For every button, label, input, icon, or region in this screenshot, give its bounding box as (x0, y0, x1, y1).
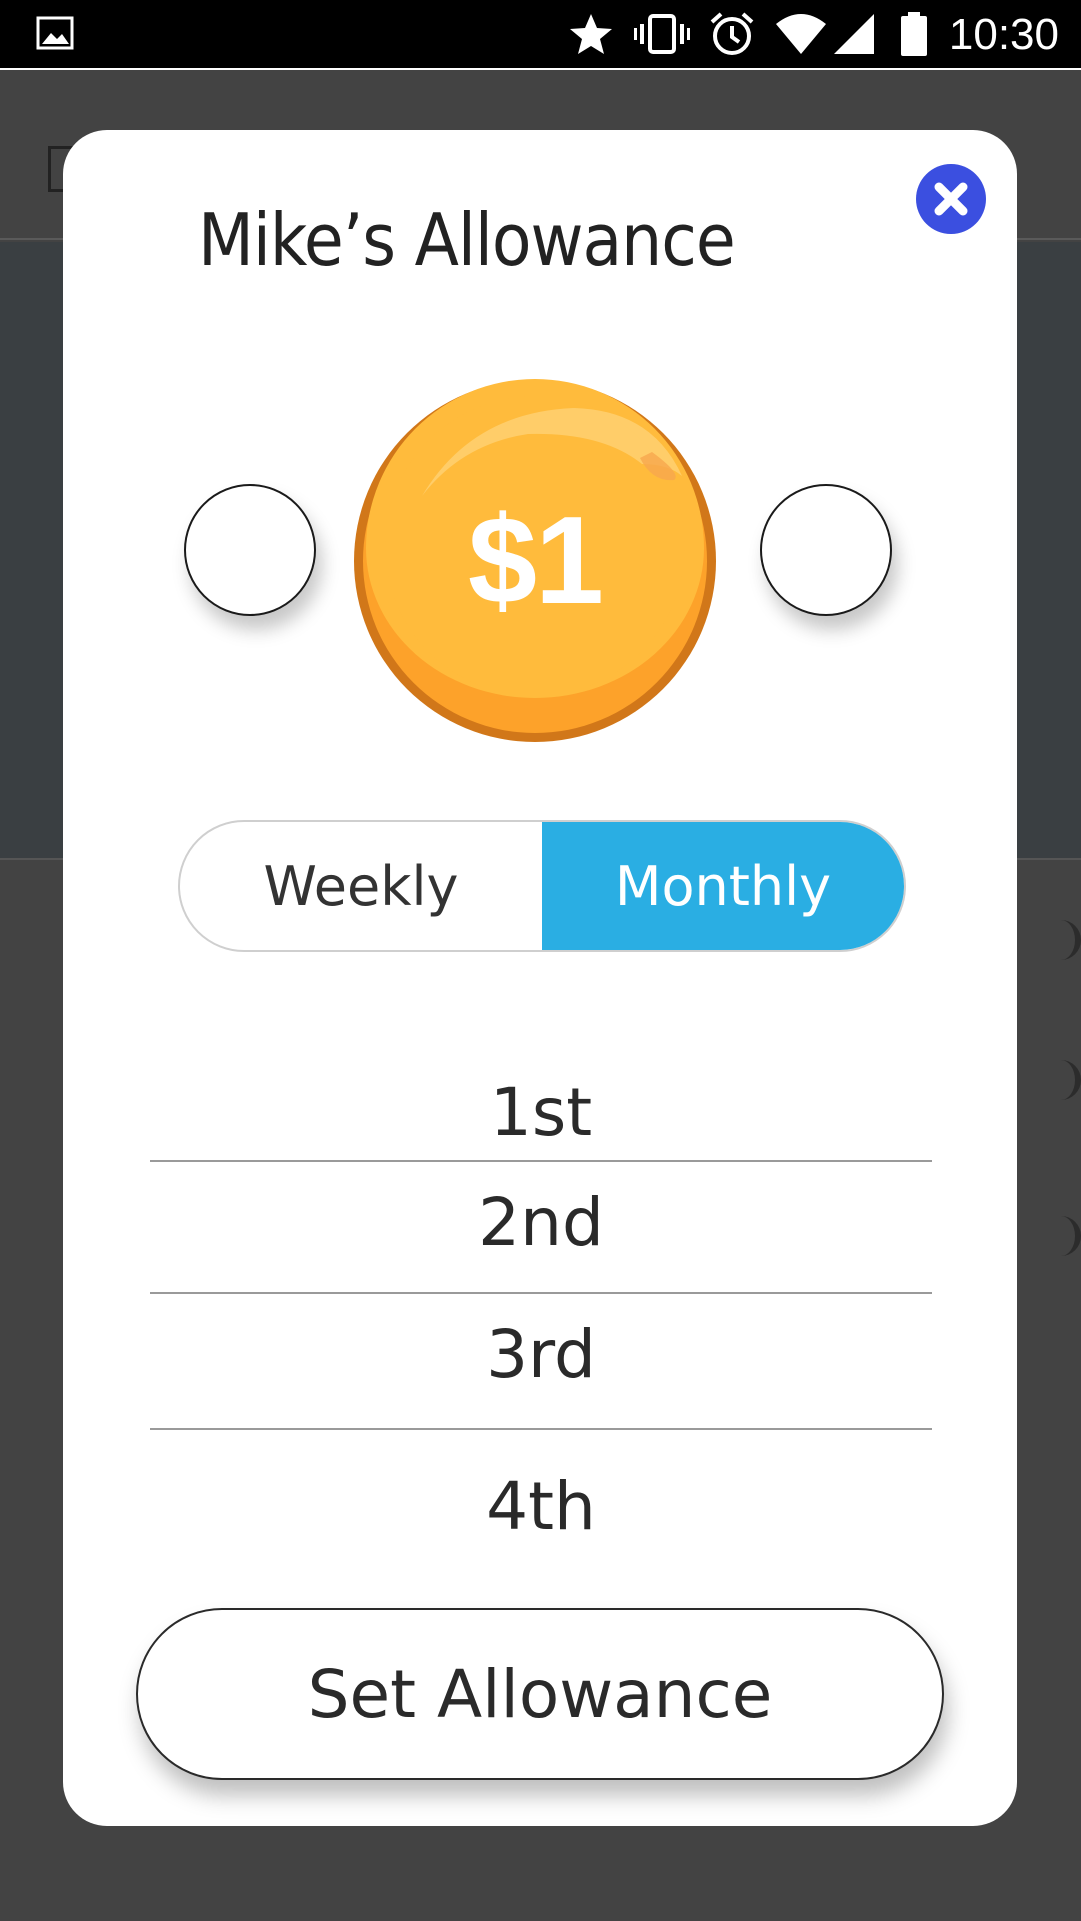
vibrate-icon (634, 14, 690, 54)
background-item (1021, 1216, 1081, 1256)
battery-icon (901, 12, 927, 56)
divider (150, 1292, 932, 1294)
status-bar: 10:30 (0, 0, 1081, 70)
day-option[interactable]: 3rd (150, 1306, 932, 1402)
divider (150, 1428, 932, 1430)
amount-label: $1 (468, 492, 604, 630)
divider (150, 1160, 932, 1162)
modal-title: Mike’s Allowance (198, 198, 736, 282)
signal-icon (834, 14, 874, 54)
coin: $1 (352, 378, 718, 744)
increase-amount-button[interactable] (760, 484, 892, 616)
monthly-option[interactable]: Monthly (542, 822, 904, 950)
wifi-icon (776, 14, 826, 54)
close-icon (934, 182, 968, 216)
star-icon (570, 14, 612, 54)
image-icon (36, 16, 74, 50)
close-button[interactable] (916, 164, 986, 234)
background-item (1021, 1060, 1081, 1100)
alarm-icon (710, 12, 754, 55)
weekly-option[interactable]: Weekly (180, 822, 542, 950)
set-allowance-button[interactable]: Set Allowance (136, 1608, 944, 1780)
day-option[interactable]: 2nd (150, 1174, 932, 1270)
background-item (1021, 920, 1081, 960)
frequency-toggle: Weekly Monthly (178, 820, 906, 952)
day-option[interactable]: 4th (150, 1456, 932, 1556)
day-option[interactable]: 1st (150, 1066, 932, 1158)
decrease-amount-button[interactable] (184, 484, 316, 616)
status-time: 10:30 (948, 10, 1059, 59)
